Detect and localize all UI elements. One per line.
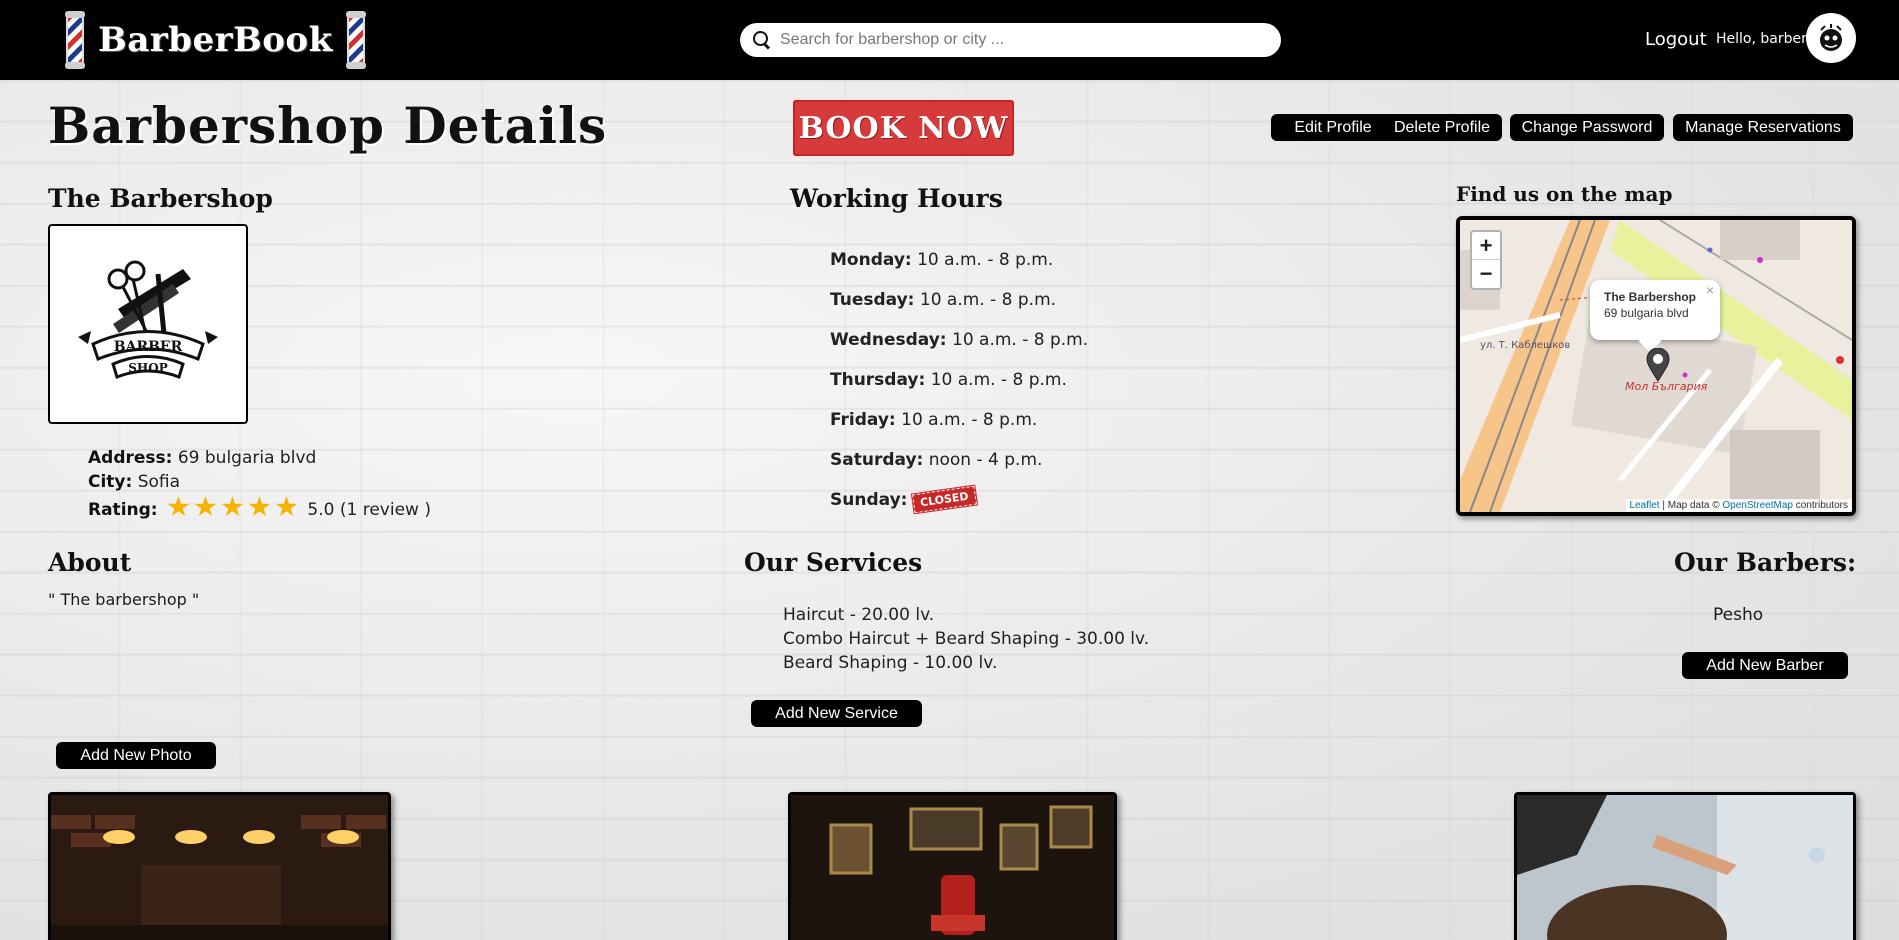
shop-logo: BARBER SHOP	[48, 224, 248, 424]
user-avatar-icon	[1820, 24, 1842, 51]
delete-profile-button[interactable]: Delete Profile	[1382, 114, 1502, 141]
edit-profile-button[interactable]: Edit Profile	[1271, 114, 1395, 141]
rating-value: 5.0	[307, 500, 335, 520]
logout-link[interactable]: Logout	[1645, 29, 1707, 50]
map-marker-icon[interactable]	[1645, 348, 1671, 382]
barber-pole-icon	[65, 11, 85, 69]
star-icon	[194, 496, 217, 517]
map-zoom-control: + −	[1470, 230, 1502, 290]
star-icon	[221, 496, 244, 517]
logo-text-shop: SHOP	[128, 361, 167, 375]
city-value: Sofia	[137, 472, 181, 492]
hours-row: Friday: 10 a.m. - 8 p.m.	[830, 410, 1037, 430]
about-heading: About	[48, 548, 132, 577]
popup-title: The Barbershop	[1604, 290, 1697, 304]
add-new-service-button[interactable]: Add New Service	[751, 700, 922, 727]
address-line: Address: 69 bulgaria blvd	[88, 448, 316, 468]
about-text: " The barbershop "	[48, 590, 200, 609]
closed-badge: CLOSED	[911, 484, 979, 515]
attribution-end: contributors	[1792, 500, 1848, 511]
day-time: noon - 4 p.m.	[928, 450, 1043, 470]
rating-stars	[167, 496, 298, 518]
day-label: Thursday:	[830, 370, 926, 390]
service-item: Haircut - 20.00 lv.	[783, 605, 935, 625]
barber-chair-photo	[791, 795, 1114, 940]
add-new-photo-button[interactable]: Add New Photo	[56, 742, 216, 769]
zoom-in-button[interactable]: +	[1472, 232, 1500, 260]
book-now-button[interactable]: BOOK NOW	[793, 100, 1014, 156]
gallery-photo[interactable]	[788, 792, 1117, 940]
popup-close-button[interactable]: ×	[1706, 282, 1714, 298]
rating-label: Rating:	[88, 500, 158, 520]
barber-shop-logo-image: BARBER SHOP	[78, 260, 218, 379]
change-password-button[interactable]: Change Password	[1510, 114, 1664, 141]
map-attribution: Leaflet | Map data © OpenStreetMap contr…	[1625, 499, 1852, 512]
day-time: 10 a.m. - 8 p.m.	[930, 370, 1067, 390]
hours-row: Saturday: noon - 4 p.m.	[830, 450, 1042, 470]
attribution-text: | Map data ©	[1659, 500, 1723, 511]
page-title: Barbershop Details	[48, 96, 608, 155]
barbers-heading: Our Barbers:	[1674, 548, 1857, 577]
address-label: Address:	[88, 448, 173, 468]
day-label: Friday:	[830, 410, 896, 430]
day-time: 10 a.m. - 8 p.m.	[919, 290, 1057, 310]
location-map[interactable]: ул. Т. Каблешков Мол България + − × The …	[1456, 216, 1856, 516]
logo-text-barber: BARBER	[114, 339, 183, 355]
hours-row: Thursday: 10 a.m. - 8 p.m.	[830, 370, 1067, 390]
gallery-photo[interactable]	[48, 792, 391, 940]
day-label: Tuesday:	[830, 290, 915, 310]
working-hours-heading: Working Hours	[790, 184, 1003, 213]
day-time: 10 a.m. - 8 p.m.	[901, 410, 1038, 430]
gallery-photo[interactable]	[1514, 792, 1856, 940]
city-label: City:	[88, 472, 133, 492]
day-time: 10 a.m. - 8 p.m.	[952, 330, 1089, 350]
service-item: Beard Shaping - 10.00 lv.	[783, 653, 998, 673]
shop-name-heading: The Barbershop	[48, 184, 273, 213]
rating-count: (1 review )	[339, 500, 431, 520]
city-line: City: Sofia	[88, 472, 180, 492]
zoom-out-button[interactable]: −	[1472, 260, 1500, 288]
star-icon	[248, 496, 271, 517]
add-new-barber-button[interactable]: Add New Barber	[1682, 652, 1848, 679]
day-label: Saturday:	[830, 450, 924, 470]
day-label: Wednesday:	[830, 330, 947, 350]
hours-row: Sunday: CLOSED	[830, 484, 979, 515]
map-heading: Find us on the map	[1456, 182, 1673, 206]
hours-row: Tuesday: 10 a.m. - 8 p.m.	[830, 290, 1056, 310]
leaflet-link[interactable]: Leaflet	[1630, 500, 1660, 511]
barbershop-interior-photo	[51, 795, 388, 940]
search-input[interactable]	[780, 31, 1260, 49]
hours-row: Wednesday: 10 a.m. - 8 p.m.	[830, 330, 1088, 350]
map-street-label: ул. Т. Каблешков	[1480, 340, 1570, 351]
day-label: Monday:	[830, 250, 912, 270]
rating-line: Rating: 5.0 (1 review )	[88, 496, 431, 520]
map-popup: × The Barbershop 69 bulgaria blvd	[1590, 280, 1720, 340]
brand-name: BarberBook	[98, 20, 333, 60]
services-heading: Our Services	[744, 548, 923, 577]
openstreetmap-link[interactable]: OpenStreetMap	[1722, 500, 1793, 511]
barber-name: Pesho	[1713, 605, 1764, 625]
brand-logo[interactable]: BarberBook	[65, 11, 366, 69]
search-bar	[740, 23, 1281, 57]
barber-pole-icon	[345, 11, 366, 69]
user-greeting: Hello, barber	[1716, 31, 1807, 47]
service-item: Combo Haircut + Beard Shaping - 30.00 lv…	[783, 629, 1150, 649]
popup-address: 69 bulgaria blvd	[1604, 306, 1689, 320]
avatar[interactable]	[1806, 13, 1856, 63]
search-icon	[752, 30, 772, 50]
top-navbar: BarberBook Logout Hello, barber	[0, 0, 1899, 80]
hours-row: Monday: 10 a.m. - 8 p.m.	[830, 250, 1053, 270]
star-icon	[275, 496, 298, 517]
manage-reservations-button[interactable]: Manage Reservations	[1673, 114, 1853, 141]
day-label: Sunday:	[830, 490, 908, 510]
haircut-photo	[1517, 795, 1853, 940]
address-value: 69 bulgaria blvd	[177, 448, 317, 468]
day-time: 10 a.m. - 8 p.m.	[917, 250, 1054, 270]
star-icon	[167, 496, 190, 517]
